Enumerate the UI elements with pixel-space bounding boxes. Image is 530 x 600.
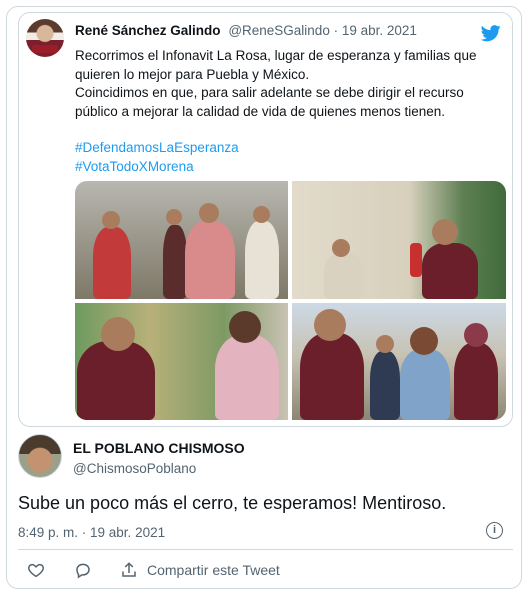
twitter-bird-icon	[480, 25, 501, 42]
share-icon	[122, 562, 136, 577]
quoted-tweet[interactable]: René Sánchez Galindo @ReneSGalindo · 19 …	[18, 12, 513, 427]
reply-author-handle[interactable]: @ChismosoPoblano	[73, 461, 196, 476]
reply-author-avatar[interactable]	[18, 434, 62, 478]
divider	[18, 549, 513, 550]
heart-icon	[28, 563, 44, 578]
tweet-timestamp[interactable]: 8:49 p. m. · 19 abr. 2021	[18, 525, 165, 540]
tweet-photo-2[interactable]	[292, 181, 506, 299]
comment-icon	[76, 563, 90, 579]
quoted-author-meta: @ReneSGalindo · 19 abr. 2021	[228, 23, 417, 38]
tweet-photo-4[interactable]	[292, 303, 506, 420]
share-label: Compartir este Tweet	[147, 562, 280, 578]
quoted-tweet-text: Recorrimos el Infonavit La Rosa, lugar d…	[75, 47, 500, 176]
quoted-author-name[interactable]: René Sánchez Galindo	[75, 23, 221, 38]
info-icon[interactable]: i	[486, 522, 503, 539]
quoted-line-3: Coincidimos en que, para salir adelante …	[75, 85, 464, 100]
quoted-line-4: público a mejorar la calidad de vida de …	[75, 103, 445, 119]
like-button[interactable]	[27, 560, 45, 580]
reply-button[interactable]	[74, 560, 92, 580]
quoted-tweet-header: René Sánchez Galindo @ReneSGalindo · 19 …	[75, 23, 417, 38]
quoted-line-1: Recorrimos el Infonavit La Rosa, lugar d…	[75, 48, 477, 63]
tweet-photo-1[interactable]	[75, 181, 288, 299]
photo-grid	[75, 181, 506, 420]
quoted-line-2: quieren lo mejor para Puebla y México.	[75, 66, 310, 82]
quoted-author-avatar[interactable]	[26, 19, 64, 57]
share-button[interactable]: Compartir este Tweet	[120, 560, 280, 580]
reply-tweet-text: Sube un poco más el cerro, te esperamos!…	[18, 493, 447, 513]
reply-author-name[interactable]: EL POBLANO CHISMOSO	[73, 440, 245, 456]
hashtag-link[interactable]: #VotaTodoXMorena	[75, 158, 500, 177]
hashtag-link[interactable]: #DefendamosLaEsperanza	[75, 139, 500, 158]
tweet-photo-3[interactable]	[75, 303, 288, 420]
